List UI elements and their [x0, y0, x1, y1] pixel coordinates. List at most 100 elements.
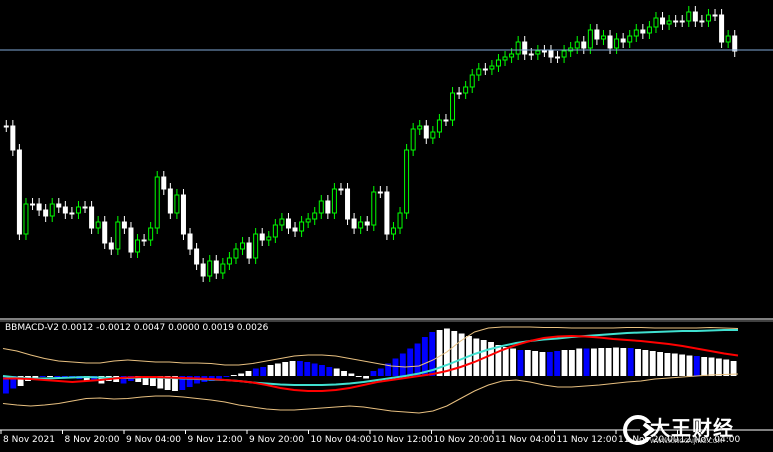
candle-body	[108, 242, 114, 250]
candle-body	[725, 35, 731, 43]
candle-body	[246, 242, 252, 259]
histogram-bar	[260, 367, 267, 376]
candle-body	[226, 257, 232, 265]
price-pane[interactable]	[3, 6, 738, 282]
candle-body	[705, 14, 711, 22]
candle-body	[620, 38, 626, 43]
histogram-bar	[532, 351, 539, 376]
histogram-bar	[657, 352, 663, 376]
candle-body	[49, 203, 55, 217]
candle-body	[331, 188, 337, 214]
histogram-bar	[649, 351, 656, 376]
histogram-bar	[642, 350, 649, 376]
candle-body	[377, 191, 383, 194]
histogram-bar	[613, 347, 619, 376]
histogram-bar	[311, 363, 318, 376]
candle-body	[509, 53, 515, 58]
time-axis-label: 9 Nov 04:00	[126, 435, 181, 445]
candle-body	[187, 233, 193, 250]
histogram-bar	[333, 368, 340, 376]
candle-body	[305, 218, 311, 223]
candle-body	[404, 149, 410, 214]
candle-body	[154, 176, 160, 229]
candle-body	[489, 65, 495, 70]
candle-body	[719, 14, 725, 43]
candle-body	[581, 41, 587, 49]
candle-body	[325, 200, 331, 214]
histogram-bar	[495, 345, 502, 376]
candle-body	[653, 17, 659, 28]
candle-body	[535, 50, 541, 55]
histogram-bar	[488, 342, 494, 376]
histogram-bar	[576, 348, 583, 376]
histogram-bar	[297, 361, 303, 376]
histogram-bar	[370, 371, 377, 376]
candle-body	[200, 263, 206, 277]
histogram-bar	[267, 365, 274, 376]
candle-body	[436, 119, 442, 133]
candle-body	[62, 206, 68, 214]
histogram-bar	[473, 338, 480, 376]
time-axis-label: 11 Nov 04:00	[495, 435, 556, 445]
time-axis-label: 10 Nov 12:00	[372, 435, 433, 445]
histogram-bar	[399, 353, 406, 376]
candle-body	[712, 14, 718, 17]
candle-body	[600, 35, 606, 40]
histogram-bar	[605, 348, 612, 376]
histogram-bar	[627, 348, 634, 376]
candle-body	[450, 92, 456, 121]
candle-body	[318, 200, 324, 214]
candle-body	[312, 212, 318, 220]
time-axis-label: 10 Nov 20:00	[433, 435, 495, 445]
histogram-bar	[355, 376, 362, 377]
candle-body	[89, 206, 95, 229]
candle-body	[587, 29, 593, 49]
candle-body	[607, 35, 613, 49]
histogram-bar	[539, 352, 546, 376]
histogram-bar	[47, 376, 53, 377]
histogram-bar	[216, 376, 222, 379]
histogram-bar	[407, 348, 414, 376]
chart-canvas[interactable]	[0, 0, 773, 452]
histogram-bar	[326, 367, 333, 376]
histogram-bar	[715, 358, 722, 376]
candle-body	[476, 68, 482, 76]
time-axis-label: 9 Nov 12:00	[187, 435, 243, 445]
histogram-bar	[583, 348, 590, 376]
candle-body	[371, 191, 377, 226]
candle-body	[233, 248, 239, 259]
candle-body	[148, 227, 154, 241]
histogram-bar	[635, 349, 641, 376]
histogram-bar	[238, 373, 245, 376]
histogram-bar	[274, 363, 281, 376]
candle-body	[732, 35, 738, 52]
histogram-bar	[54, 376, 61, 377]
time-axis-label: 11 Nov 12:00	[556, 435, 618, 445]
candle-body	[699, 20, 705, 23]
candle-body	[240, 242, 246, 250]
indicator-pane[interactable]	[2, 326, 739, 414]
histogram-bar	[377, 368, 384, 376]
candle-body	[16, 149, 22, 235]
candle-body	[614, 38, 620, 49]
histogram-bar	[568, 350, 575, 376]
histogram-bar	[554, 351, 561, 376]
histogram-bar	[414, 343, 421, 376]
candle-body	[272, 224, 278, 238]
candle-body	[351, 218, 357, 229]
histogram-bar	[701, 357, 708, 376]
candle-body	[207, 260, 213, 277]
candle-body	[345, 188, 351, 220]
histogram-bar	[510, 348, 516, 376]
candle-body	[522, 41, 528, 55]
candle-body	[30, 203, 36, 206]
candle-body	[161, 176, 167, 190]
candle-body	[135, 239, 141, 253]
candle-body	[194, 248, 200, 265]
candle-body	[463, 86, 469, 94]
candle-body	[213, 260, 219, 274]
candle-body	[660, 17, 666, 25]
candle-body	[397, 212, 403, 229]
candle-body	[3, 125, 9, 128]
candle-body	[285, 218, 291, 229]
